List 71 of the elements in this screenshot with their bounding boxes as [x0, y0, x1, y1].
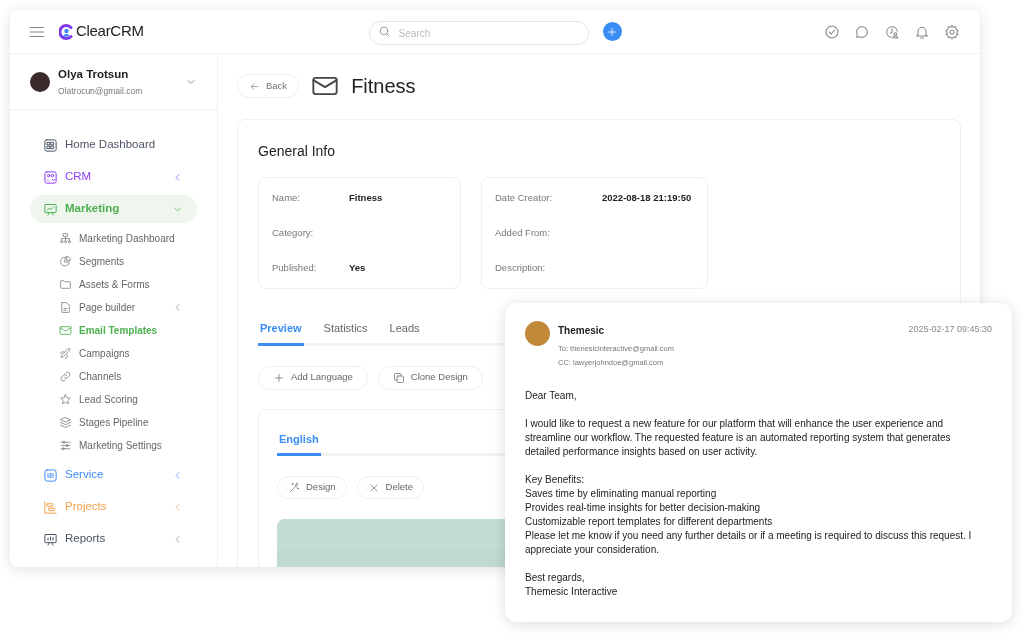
document-icon: [59, 301, 72, 314]
email-text: Dear Team,: [525, 388, 578, 403]
logo-icon: [59, 23, 73, 40]
sidebar-subitem[interactable]: Page builder: [59, 296, 197, 319]
tab[interactable]: Preview: [258, 320, 304, 346]
sidebar-item[interactable]: Service: [30, 461, 197, 489]
email-text: Please let me know if you need any further details or if a meeting is required to discuss this request. I appreciate your consideration.: [525, 528, 973, 557]
tab[interactable]: Leads: [387, 320, 422, 346]
email-text: Best regards,: [525, 570, 586, 585]
field-label: Category:: [272, 225, 315, 240]
sender-name: Themesic: [558, 324, 606, 338]
user-email: Olatrocun@gmail.com: [58, 84, 144, 98]
sidebar-item[interactable]: CRM: [30, 163, 197, 191]
folder-icon: [59, 278, 72, 291]
user-clock-icon[interactable]: [884, 23, 900, 40]
star-icon: [59, 393, 72, 406]
language-tab[interactable]: English: [277, 430, 321, 456]
gantt-icon: [43, 499, 58, 515]
section-title: General Info: [258, 142, 337, 161]
email-text: Themesic Interactive: [525, 584, 619, 599]
sidebar-subitem[interactable]: Segments: [59, 250, 197, 273]
user-name: Olya Trotsun: [58, 66, 130, 82]
field-label: Date Creator:: [495, 190, 554, 205]
link-icon: [59, 370, 72, 383]
dashboard-icon: [43, 137, 58, 153]
field-value: Fitness: [349, 190, 383, 205]
magic-wand-icon: [288, 481, 300, 494]
avatar: [525, 321, 550, 346]
logo-text: ClearCRM: [76, 21, 144, 42]
email-text: Customizable report templates for different departments: [525, 514, 774, 529]
field-label: Name:: [272, 190, 301, 205]
search-icon: [377, 25, 391, 38]
page-title: Fitness: [351, 74, 416, 99]
envelope-icon: [59, 324, 72, 337]
chat-icon[interactable]: [854, 23, 870, 40]
field-label: Description:: [495, 260, 547, 275]
sidebar-subitem[interactable]: Lead Scoring: [59, 388, 197, 411]
sidebar-subitem[interactable]: Marketing Dashboard: [59, 227, 197, 250]
field-value: Yes: [349, 260, 366, 275]
check-circle-icon[interactable]: [824, 23, 840, 40]
email-text: Provides real-time insights for better decision-making: [525, 500, 762, 515]
email-time: 2025-02-17 09:45:30: [908, 323, 992, 336]
sidebar-subitem[interactable]: Assets & Forms: [59, 273, 197, 296]
tab[interactable]: Statistics: [321, 320, 370, 346]
copy-icon: [392, 371, 405, 384]
field-label: Published:: [272, 260, 318, 275]
presentation-icon: [43, 201, 58, 217]
email-text: Saves time by eliminating manual reporting: [525, 486, 718, 501]
plus-icon: [606, 25, 619, 38]
plus-icon: [273, 371, 285, 384]
search-field[interactable]: Search: [368, 21, 589, 45]
settings-icon[interactable]: [944, 23, 960, 40]
sidebar-item[interactable]: Home Dashboard: [30, 131, 197, 159]
sliders-icon: [59, 439, 72, 452]
sidebar-item[interactable]: Reports: [30, 525, 197, 553]
avatar: [30, 71, 50, 92]
email-text: Key Benefits:: [525, 472, 585, 487]
layers-icon: [59, 416, 72, 429]
sitemap-icon: [59, 232, 72, 245]
add-button[interactable]: [602, 22, 622, 41]
field-label: Added From:: [495, 225, 551, 240]
arrow-left-icon: [249, 80, 260, 92]
sidebar-subitem[interactable]: Channels: [59, 365, 197, 388]
chart-icon: [43, 531, 58, 547]
service-icon: [43, 467, 58, 483]
sidebar-subitem[interactable]: Campaigns: [59, 342, 197, 365]
field-value: 2022-08-18 21:19:50: [602, 190, 692, 205]
email-text: I would like to request a new feature for our platform that will enhance the user experience and streamline our workflow. The requested feature is an automated reporting system that generates detailed performance insights based on user activity.: [525, 416, 952, 459]
sidebar-subitem[interactable]: Stages Pipeline: [59, 411, 197, 434]
pie-chart-icon: [59, 255, 72, 268]
sidebar-subitem[interactable]: Marketing Settings: [59, 434, 197, 457]
